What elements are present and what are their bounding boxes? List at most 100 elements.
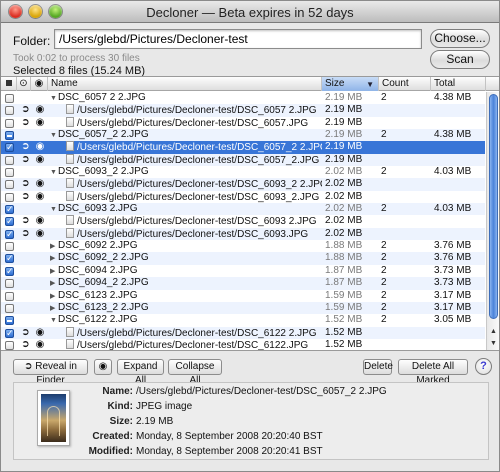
mark-checkbox[interactable]: [5, 266, 14, 276]
folder-path-input[interactable]: [54, 29, 422, 49]
group-row[interactable]: ▼DSC_6057 2 2.JPG 2.19 MB 2 4.38 MB: [1, 92, 485, 104]
eye-icon[interactable]: ◉: [33, 191, 47, 203]
mark-checkbox[interactable]: [5, 217, 14, 227]
file-row[interactable]: ➲◉ /Users/glebd/Pictures/Decloner-test/DS…: [1, 190, 485, 203]
choose-folder-button[interactable]: Choose...: [430, 29, 490, 48]
mark-checkbox[interactable]: [5, 279, 14, 289]
reveal-arrow-icon[interactable]: ➲: [20, 339, 31, 350]
info-size-label: Size:: [109, 416, 133, 427]
disclosure-triangle-icon[interactable]: ▶: [50, 303, 58, 314]
reveal-arrow-icon[interactable]: ➲: [20, 191, 31, 203]
reveal-arrow-icon[interactable]: ➲: [20, 141, 31, 153]
title-bar[interactable]: Decloner — Beta expires in 52 days: [1, 1, 499, 23]
group-row[interactable]: ▼DSC_6057_2 2.JPG 2.19 MB 2 4.38 MB: [1, 129, 485, 142]
eye-icon[interactable]: ◉: [33, 228, 47, 240]
header-count[interactable]: Count: [379, 77, 431, 91]
mark-checkbox[interactable]: [5, 143, 14, 153]
disclosure-triangle-icon[interactable]: ▶: [50, 266, 58, 277]
scroll-up-arrow-icon[interactable]: ▲: [488, 326, 499, 337]
file-row[interactable]: ➲◉ /Users/glebd/Pictures/Decloner-test/DS…: [1, 116, 485, 129]
disclosure-triangle-icon[interactable]: ▼: [50, 93, 58, 104]
reveal-in-finder-button[interactable]: ➲ Reveal in Finder: [13, 359, 88, 386]
mark-checkbox[interactable]: [5, 340, 14, 350]
reveal-arrow-icon[interactable]: ➲: [20, 228, 31, 240]
mark-checkbox[interactable]: [5, 328, 14, 338]
disclosure-triangle-icon[interactable]: ▶: [50, 278, 58, 289]
scroll-down-arrow-icon[interactable]: ▼: [488, 338, 499, 349]
eye-icon[interactable]: ◉: [33, 339, 47, 350]
disclosure-triangle-icon[interactable]: ▶: [50, 241, 58, 252]
info-modified-label: Modified:: [88, 446, 133, 457]
mark-checkbox[interactable]: [5, 291, 14, 301]
file-row[interactable]: ➲◉ /Users/glebd/Pictures/Decloner-test/DS…: [1, 338, 485, 350]
file-row[interactable]: ➲◉ /Users/glebd/Pictures/Decloner-test/DS…: [1, 153, 485, 167]
disclosure-triangle-icon[interactable]: ▶: [50, 253, 58, 264]
eye-icon[interactable]: ◉: [33, 117, 47, 129]
file-row[interactable]: ➲◉ /Users/glebd/Pictures/Decloner-test/DS…: [1, 104, 485, 117]
eye-icon[interactable]: ◉: [33, 178, 47, 190]
reveal-arrow-icon[interactable]: ➲: [20, 215, 31, 227]
file-row[interactable]: ➲◉ /Users/glebd/Pictures/Decloner-test/DS…: [1, 215, 485, 227]
disclosure-triangle-icon[interactable]: ▼: [50, 130, 58, 141]
disclosure-triangle-icon[interactable]: ▼: [50, 204, 58, 215]
delete-all-marked-button[interactable]: Delete All Marked: [398, 359, 468, 386]
disclosure-triangle-icon[interactable]: ▼: [50, 167, 58, 178]
eye-icon[interactable]: ◉: [33, 215, 47, 227]
header-reveal-column[interactable]: ⊙: [17, 77, 31, 91]
group-row[interactable]: ▶DSC_6092_2 2.JPG1.88 MB23.76 MB: [1, 252, 485, 265]
header-preview-column[interactable]: ◉: [31, 77, 48, 91]
reveal-arrow-icon[interactable]: ➲: [20, 117, 31, 129]
mark-checkbox[interactable]: [5, 106, 14, 116]
group-row[interactable]: ▶DSC_6094 2.JPG1.87 MB23.73 MB: [1, 265, 485, 277]
reveal-arrow-icon[interactable]: ➲: [20, 178, 31, 190]
mark-checkbox[interactable]: [5, 254, 14, 264]
preview-button[interactable]: ◉: [94, 359, 112, 375]
disclosure-triangle-icon[interactable]: ▼: [50, 315, 58, 326]
eye-icon[interactable]: ◉: [33, 327, 47, 339]
mark-checkbox[interactable]: [5, 229, 14, 239]
reveal-arrow-icon[interactable]: ➲: [20, 154, 31, 166]
eye-icon[interactable]: ◉: [33, 154, 47, 166]
mark-checkbox[interactable]: [5, 242, 14, 252]
vertical-scrollbar[interactable]: ▲ ▼: [486, 92, 499, 350]
mark-checkbox[interactable]: [5, 316, 14, 326]
scan-button[interactable]: Scan: [430, 50, 490, 69]
mark-checkbox[interactable]: [5, 131, 14, 141]
header-total[interactable]: Total: [431, 77, 486, 91]
mark-checkbox[interactable]: [5, 180, 14, 190]
mark-checkbox[interactable]: [5, 168, 14, 178]
reveal-arrow-icon[interactable]: ➲: [20, 104, 31, 116]
name-cell: ▶ DSC_6094 2.JPG: [50, 265, 322, 277]
size-cell: 2.02 MB: [325, 178, 363, 190]
mark-checkbox[interactable]: [5, 192, 14, 202]
mark-checkbox[interactable]: [5, 155, 14, 165]
group-row[interactable]: ▼DSC_6093_2 2.JPG 2.02 MB 2 4.03 MB: [1, 166, 485, 178]
group-row[interactable]: ▶ DSC_6123 2.JPG 1.59 MB 2 3.17 MB: [1, 290, 485, 302]
file-row[interactable]: ➲◉ /Users/glebd/Pictures/Decloner-test/DS…: [1, 178, 485, 191]
delete-button[interactable]: Delete: [363, 359, 393, 375]
collapse-all-button[interactable]: Collapse All: [168, 359, 222, 386]
header-mark-column[interactable]: [1, 77, 17, 91]
group-row[interactable]: ▼DSC_6122 2.JPG 1.52 MB 2 3.05 MB: [1, 314, 485, 326]
eye-icon[interactable]: ◉: [33, 104, 47, 116]
group-row[interactable]: ▶ DSC_6123_2 2.JPG 1.59 MB 2 3.17 MB: [1, 301, 485, 315]
header-size[interactable]: Size ▼: [322, 77, 379, 91]
mark-checkbox[interactable]: [5, 303, 14, 313]
name-cell: /Users/glebd/Pictures/Decloner-test/DSC_…: [50, 178, 322, 190]
reveal-arrow-icon[interactable]: ➲: [20, 327, 31, 339]
file-row[interactable]: ➲◉ /Users/glebd/Pictures/Decloner-test/DS…: [1, 227, 485, 241]
scrollbar-thumb[interactable]: [489, 94, 498, 319]
eye-icon[interactable]: ◉: [33, 141, 47, 153]
mark-checkbox[interactable]: [5, 205, 14, 215]
header-name[interactable]: Name: [48, 77, 322, 91]
group-row[interactable]: ▶ DSC_6092 2.JPG 1.88 MB 2 3.76 MB: [1, 240, 485, 252]
help-button[interactable]: ?: [475, 358, 492, 375]
mark-checkbox[interactable]: [5, 94, 14, 103]
group-row[interactable]: ▶ DSC_6094_2 2.JPG 1.87 MB 2 3.73 MB: [1, 277, 485, 290]
disclosure-triangle-icon[interactable]: ▶: [50, 291, 58, 302]
expand-all-button[interactable]: Expand All: [117, 359, 164, 386]
file-row[interactable]: ➲◉ /Users/glebd/Pictures/Decloner-test/DS…: [1, 326, 485, 339]
group-row[interactable]: ▼DSC_6093 2.JPG2.02 MB24.03 MB: [1, 203, 485, 216]
mark-checkbox[interactable]: [5, 118, 14, 128]
file-row[interactable]: ➲◉ /Users/glebd/Pictures/Decloner-test/DS…: [1, 141, 485, 154]
